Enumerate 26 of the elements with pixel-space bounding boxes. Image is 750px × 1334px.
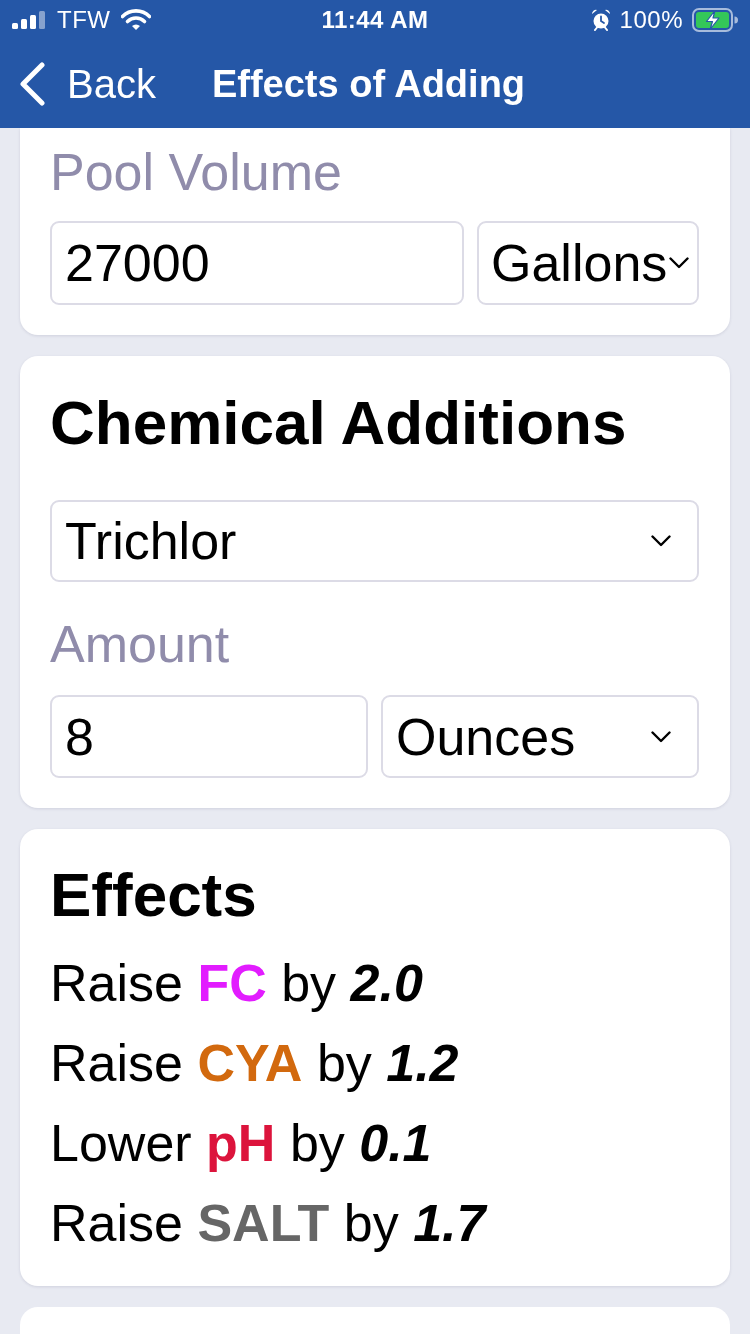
chevron-down-icon: [669, 257, 690, 269]
section-heading: Chemical Additions: [50, 388, 628, 458]
section-heading: Effects: [50, 860, 258, 930]
chemical-select[interactable]: Trichlor: [50, 500, 699, 582]
status-time: 11:44 AM: [321, 6, 429, 34]
battery-charging-icon: [692, 8, 738, 32]
effect-text: Raise SALT by 1.7: [50, 1193, 489, 1254]
unit-select[interactable]: Gallons: [477, 221, 700, 305]
back-chevron-icon: [18, 62, 46, 106]
battery-percent: 100%: [619, 6, 683, 34]
effect-text: Raise CYA by 1.2: [50, 1033, 460, 1094]
volume-input[interactable]: 27000: [50, 221, 464, 305]
unit-select[interactable]: Ounces: [381, 695, 699, 778]
amount-input[interactable]: 8: [50, 695, 368, 778]
effect-text: Lower pH by 0.1: [50, 1113, 433, 1174]
chevron-down-icon: [651, 730, 671, 743]
field-label: Amount: [50, 614, 231, 674]
signal-icon: [12, 11, 46, 29]
back-button[interactable]: Back: [18, 60, 156, 108]
alarm-clock-icon: [590, 9, 611, 31]
effect-text: Raise FC by 2.0: [50, 953, 424, 1014]
page-title: Effects of Adding: [211, 62, 526, 107]
chevron-down-icon: [651, 535, 671, 547]
carrier-name: TFW: [57, 6, 111, 34]
wifi-icon: [121, 9, 152, 31]
field-label: Pool Volume: [50, 142, 343, 202]
